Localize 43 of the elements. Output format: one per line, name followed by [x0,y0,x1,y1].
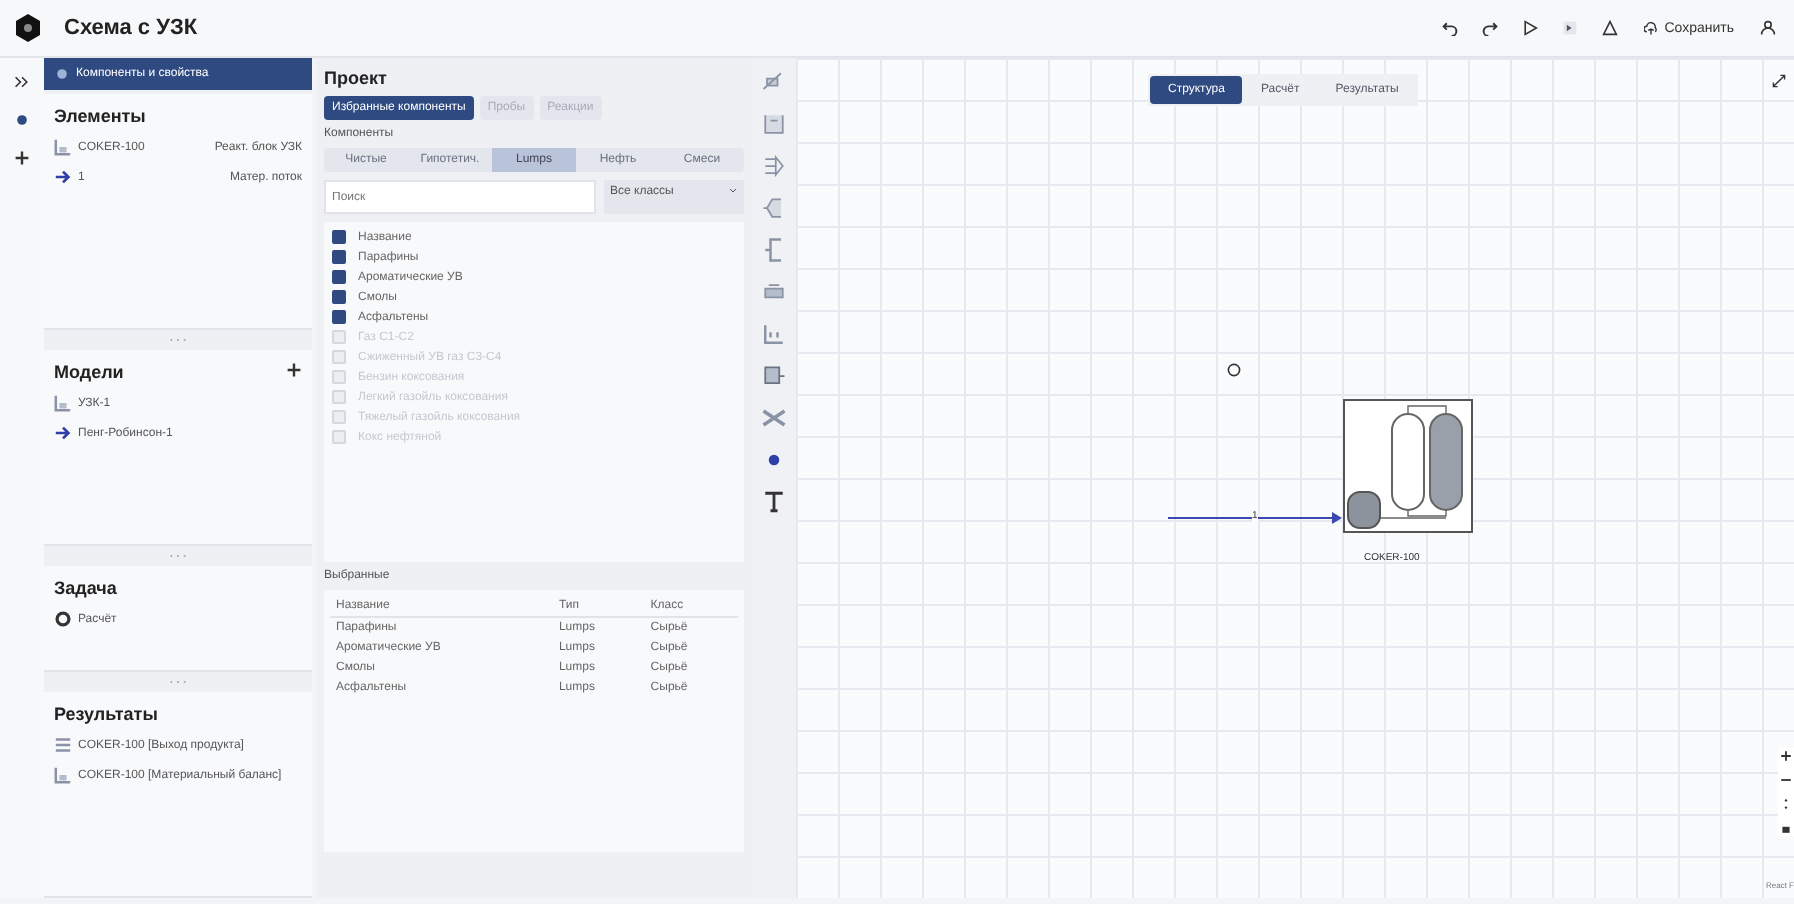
user-icon [1760,20,1776,36]
arrow-icon [54,168,72,186]
unit-icon [54,766,72,784]
window-title: Схема с УЗК [64,16,200,40]
ring-icon [54,610,72,628]
minus-icon [1780,774,1792,786]
table-icon [54,736,72,754]
splitter-icon [760,152,788,180]
expand-icon[interactable] [1772,74,1786,88]
tank-icon [760,362,788,390]
plus-icon[interactable] [14,150,30,166]
checkbox[interactable] [332,290,346,304]
step-icon [1562,20,1579,36]
plus-icon [1780,750,1792,762]
stream-line[interactable] [1168,512,1342,524]
warning-icon [1602,20,1619,36]
section-title: Результаты [54,704,160,724]
unit-icon [54,138,72,156]
valve-icon [760,404,788,432]
unit-icon [54,394,72,412]
zoom-in-button[interactable] [1778,748,1794,764]
text-icon [760,488,788,516]
redo-icon [1482,20,1499,36]
section-title: Модели [54,362,124,382]
section-title: Элементы [54,106,148,126]
arrow-icon [54,424,72,442]
project-title: Проект [324,68,389,88]
cloud-icon [1644,21,1659,35]
coker-unit-drawing[interactable] [1343,399,1473,533]
dot-icon[interactable] [16,114,28,126]
tray-icon [760,320,788,348]
section-title: Задача [54,578,119,598]
checkbox[interactable] [332,250,346,264]
plus-icon[interactable] [286,362,302,378]
collapse-icon[interactable] [14,74,30,90]
logo-icon [12,12,44,44]
checkbox[interactable] [332,270,346,284]
vessel-icon [760,110,788,138]
play-icon [1522,20,1539,36]
undo-icon [1442,20,1459,36]
dots-icon [1780,798,1792,810]
checkbox[interactable] [332,310,346,324]
checkbox[interactable] [332,230,346,244]
